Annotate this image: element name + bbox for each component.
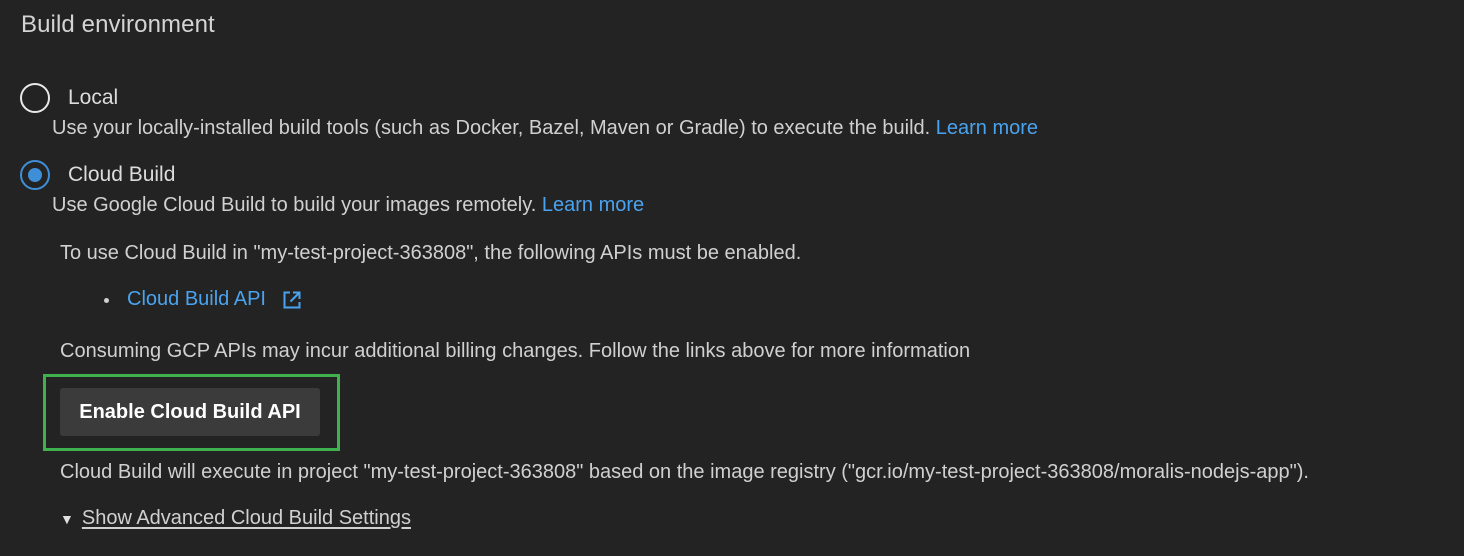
local-description: Use your locally-installed build tools (… [52, 117, 1038, 140]
build-environment-panel: Build environment Local Use your locally… [0, 0, 1464, 556]
advanced-settings-label: Show Advanced Cloud Build Settings [81, 507, 411, 529]
cloud-build-description: Use Google Cloud Build to build your ima… [52, 194, 644, 217]
apis-notice: To use Cloud Build in "my-test-project-3… [60, 242, 802, 264]
enable-cloud-build-api-button[interactable]: Enable Cloud Build API [60, 388, 320, 436]
show-advanced-settings-toggle[interactable]: ▼ Show Advanced Cloud Build Settings [60, 507, 411, 530]
local-learn-more-link[interactable]: Learn more [936, 117, 1038, 139]
bullet-icon [104, 297, 109, 303]
api-list-item: Cloud Build API [104, 288, 303, 311]
external-link-icon [283, 291, 301, 309]
radio-label-local: Local [68, 86, 119, 109]
cloud-build-api-link[interactable]: Cloud Build API [127, 288, 303, 311]
project-notice: Cloud Build will execute in project "my-… [60, 461, 1309, 483]
radio-label-cloud-build: Cloud Build [68, 163, 176, 186]
radio-option-cloud-build[interactable]: Cloud Build [20, 160, 175, 190]
local-description-text: Use your locally-installed build tools (… [52, 117, 931, 139]
billing-notice: Consuming GCP APIs may incur additional … [60, 340, 971, 362]
cloud-build-api-label: Cloud Build API [127, 288, 266, 310]
cloud-build-description-text: Use Google Cloud Build to build your ima… [52, 194, 537, 216]
section-title: Build environment [21, 11, 215, 38]
radio-local[interactable] [20, 83, 50, 113]
radio-cloud-build[interactable] [20, 160, 50, 190]
radio-option-local[interactable]: Local [20, 83, 118, 113]
triangle-down-icon: ▼ [60, 510, 74, 527]
cloud-build-learn-more-link[interactable]: Learn more [542, 194, 644, 216]
